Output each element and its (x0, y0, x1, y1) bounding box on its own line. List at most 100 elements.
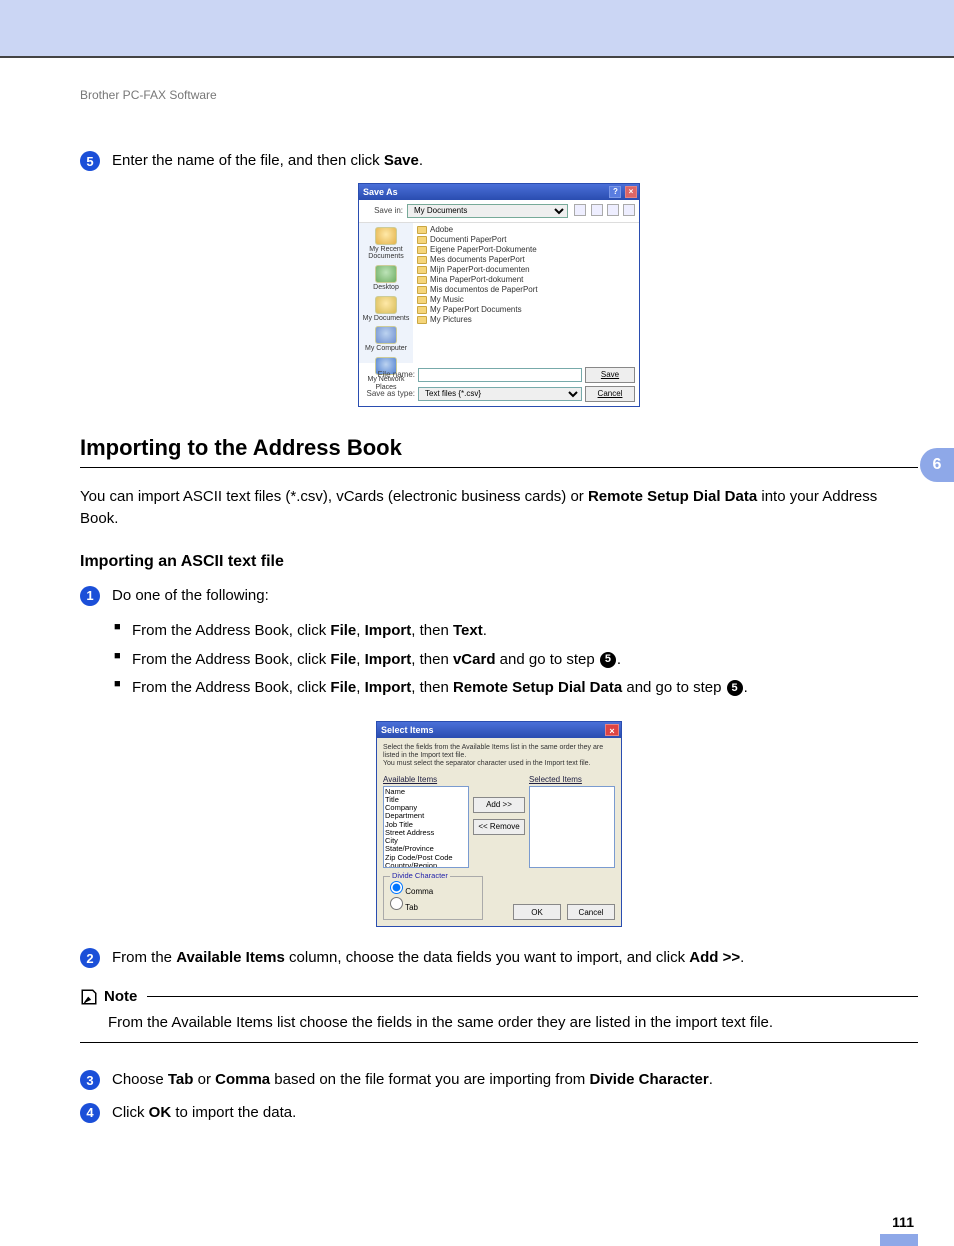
section-intro: You can import ASCII text files (*.csv),… (80, 486, 918, 531)
window-buttons: ? × (608, 186, 637, 198)
select-items-screenshot: Select Items × Select the fields from th… (80, 721, 918, 928)
save-in-label: Save in: (363, 206, 403, 215)
folder-icon (417, 296, 427, 304)
page-number: 111 (80, 1214, 918, 1230)
save-as-titlebar: Save As ? × (359, 184, 639, 200)
places-mydocs[interactable]: My Documents (363, 296, 410, 323)
file-item[interactable]: Mijn PaperPort-documenten (417, 265, 635, 275)
note-body: From the Available Items list choose the… (108, 1012, 918, 1035)
note-block: Note From the Available Items list choos… (80, 988, 918, 1044)
divide-legend: Divide Character (390, 871, 450, 880)
close-icon[interactable]: × (625, 186, 637, 198)
radio-tab[interactable]: Tab (390, 897, 476, 913)
views-icon[interactable] (623, 204, 635, 216)
places-desktop[interactable]: Desktop (373, 265, 399, 292)
step-2-badge: 2 (80, 948, 100, 968)
available-items-list[interactable]: Name Title Company Department Job Title … (383, 786, 469, 868)
section-heading: Importing to the Address Book (80, 435, 918, 461)
select-items-dialog: Select Items × Select the fields from th… (376, 721, 622, 928)
step-5-bold: Save (384, 152, 419, 169)
step-1-badge: 1 (80, 586, 100, 606)
step-5-post: . (419, 152, 423, 169)
note-icon (80, 988, 98, 1006)
file-item[interactable]: Eigene PaperPort-Dokumente (417, 245, 635, 255)
file-item[interactable]: Documenti PaperPort (417, 235, 635, 245)
close-icon[interactable]: × (605, 724, 619, 736)
savetype-select[interactable]: Text files {*.csv} (418, 387, 582, 401)
savetype-label: Save as type: (363, 389, 415, 398)
file-item[interactable]: Adobe (417, 225, 635, 235)
bullet-1: From the Address Book, click File, Impor… (114, 617, 918, 646)
folder-icon (417, 256, 427, 264)
save-button[interactable]: Save (585, 367, 635, 383)
running-header: Brother PC-FAX Software (80, 88, 918, 102)
folder-icon (417, 266, 427, 274)
list-item[interactable]: Country/Region (385, 862, 467, 868)
step-5-text: Enter the name of the file, and then cli… (112, 150, 423, 173)
radio-comma[interactable]: Comma (390, 881, 476, 897)
save-as-title: Save As (363, 187, 398, 197)
save-as-screenshot: Save As ? × Save in: My Documents My (80, 183, 918, 407)
step-4-badge: 4 (80, 1103, 100, 1123)
file-item[interactable]: Mes documents PaperPort (417, 255, 635, 265)
note-title: Note (104, 988, 137, 1005)
save-in-select[interactable]: My Documents (407, 204, 568, 218)
folder-icon (417, 236, 427, 244)
folder-icon (417, 316, 427, 324)
filename-label: File name: (363, 370, 415, 379)
file-item[interactable]: My Music (417, 295, 635, 305)
step-ref-badge: 5 (727, 680, 743, 696)
bullet-3: From the Address Book, click File, Impor… (114, 674, 918, 703)
remove-button[interactable]: << Remove (473, 819, 525, 835)
folder-icon (417, 286, 427, 294)
step-1-row: 1 Do one of the following: (80, 585, 918, 608)
places-recent[interactable]: My Recent Documents (359, 227, 413, 261)
bullet-2: From the Address Book, click File, Impor… (114, 646, 918, 675)
ok-button[interactable]: OK (513, 904, 561, 920)
save-as-toolbar: Save in: My Documents (359, 200, 639, 223)
places-mycomp[interactable]: My Computer (365, 326, 407, 353)
toolbar-icons (572, 204, 635, 218)
note-rule-bottom (80, 1042, 918, 1043)
cancel-button[interactable]: Cancel (585, 386, 635, 402)
chapter-tab: 6 (920, 448, 954, 482)
step-4-row: 4 Click OK to import the data. (80, 1102, 918, 1125)
step-5-pre: Enter the name of the file, and then cli… (112, 152, 384, 169)
sub-heading: Importing an ASCII text file (80, 553, 918, 571)
filename-input[interactable] (418, 368, 582, 382)
step-3-badge: 3 (80, 1070, 100, 1090)
step-1-bullets: From the Address Book, click File, Impor… (114, 617, 918, 703)
select-items-title: Select Items (381, 725, 434, 735)
folder-icon (417, 246, 427, 254)
intro-pre: You can import ASCII text files (*.csv),… (80, 488, 588, 505)
file-list[interactable]: Adobe Documenti PaperPort Eigene PaperPo… (413, 223, 639, 363)
page-body: Brother PC-FAX Software 6 5 Enter the na… (0, 58, 954, 1246)
add-button[interactable]: Add >> (473, 797, 525, 813)
folder-icon (417, 306, 427, 314)
divide-character-group: Divide Character Comma Tab (383, 876, 483, 920)
step-5-badge: 5 (80, 151, 100, 171)
file-item[interactable]: My Pictures (417, 315, 635, 325)
help-icon[interactable]: ? (609, 186, 621, 198)
intro-bold: Remote Setup Dial Data (588, 488, 757, 505)
cancel-button[interactable]: Cancel (567, 904, 615, 920)
newfolder-icon[interactable] (607, 204, 619, 216)
file-item[interactable]: Mina PaperPort-dokument (417, 275, 635, 285)
select-items-titlebar: Select Items × (377, 722, 621, 738)
file-item[interactable]: My PaperPort Documents (417, 305, 635, 315)
step-ref-badge: 5 (600, 652, 616, 668)
step-3-text: Choose Tab or Comma based on the file fo… (112, 1069, 713, 1092)
file-item[interactable]: Mis documentos de PaperPort (417, 285, 635, 295)
step-5-row: 5 Enter the name of the file, and then c… (80, 150, 918, 173)
up-icon[interactable] (591, 204, 603, 216)
step-3-row: 3 Choose Tab or Comma based on the file … (80, 1069, 918, 1092)
back-icon[interactable] (574, 204, 586, 216)
step-2-text: From the Available Items column, choose … (112, 947, 744, 970)
step-4-text: Click OK to import the data. (112, 1102, 296, 1125)
top-band (0, 0, 954, 58)
selected-items-head: Selected Items (529, 775, 615, 784)
section-rule (80, 467, 918, 468)
select-items-hint: Select the fields from the Available Ite… (383, 744, 615, 769)
selected-items-list[interactable] (529, 786, 615, 868)
step-2-row: 2 From the Available Items column, choos… (80, 947, 918, 970)
